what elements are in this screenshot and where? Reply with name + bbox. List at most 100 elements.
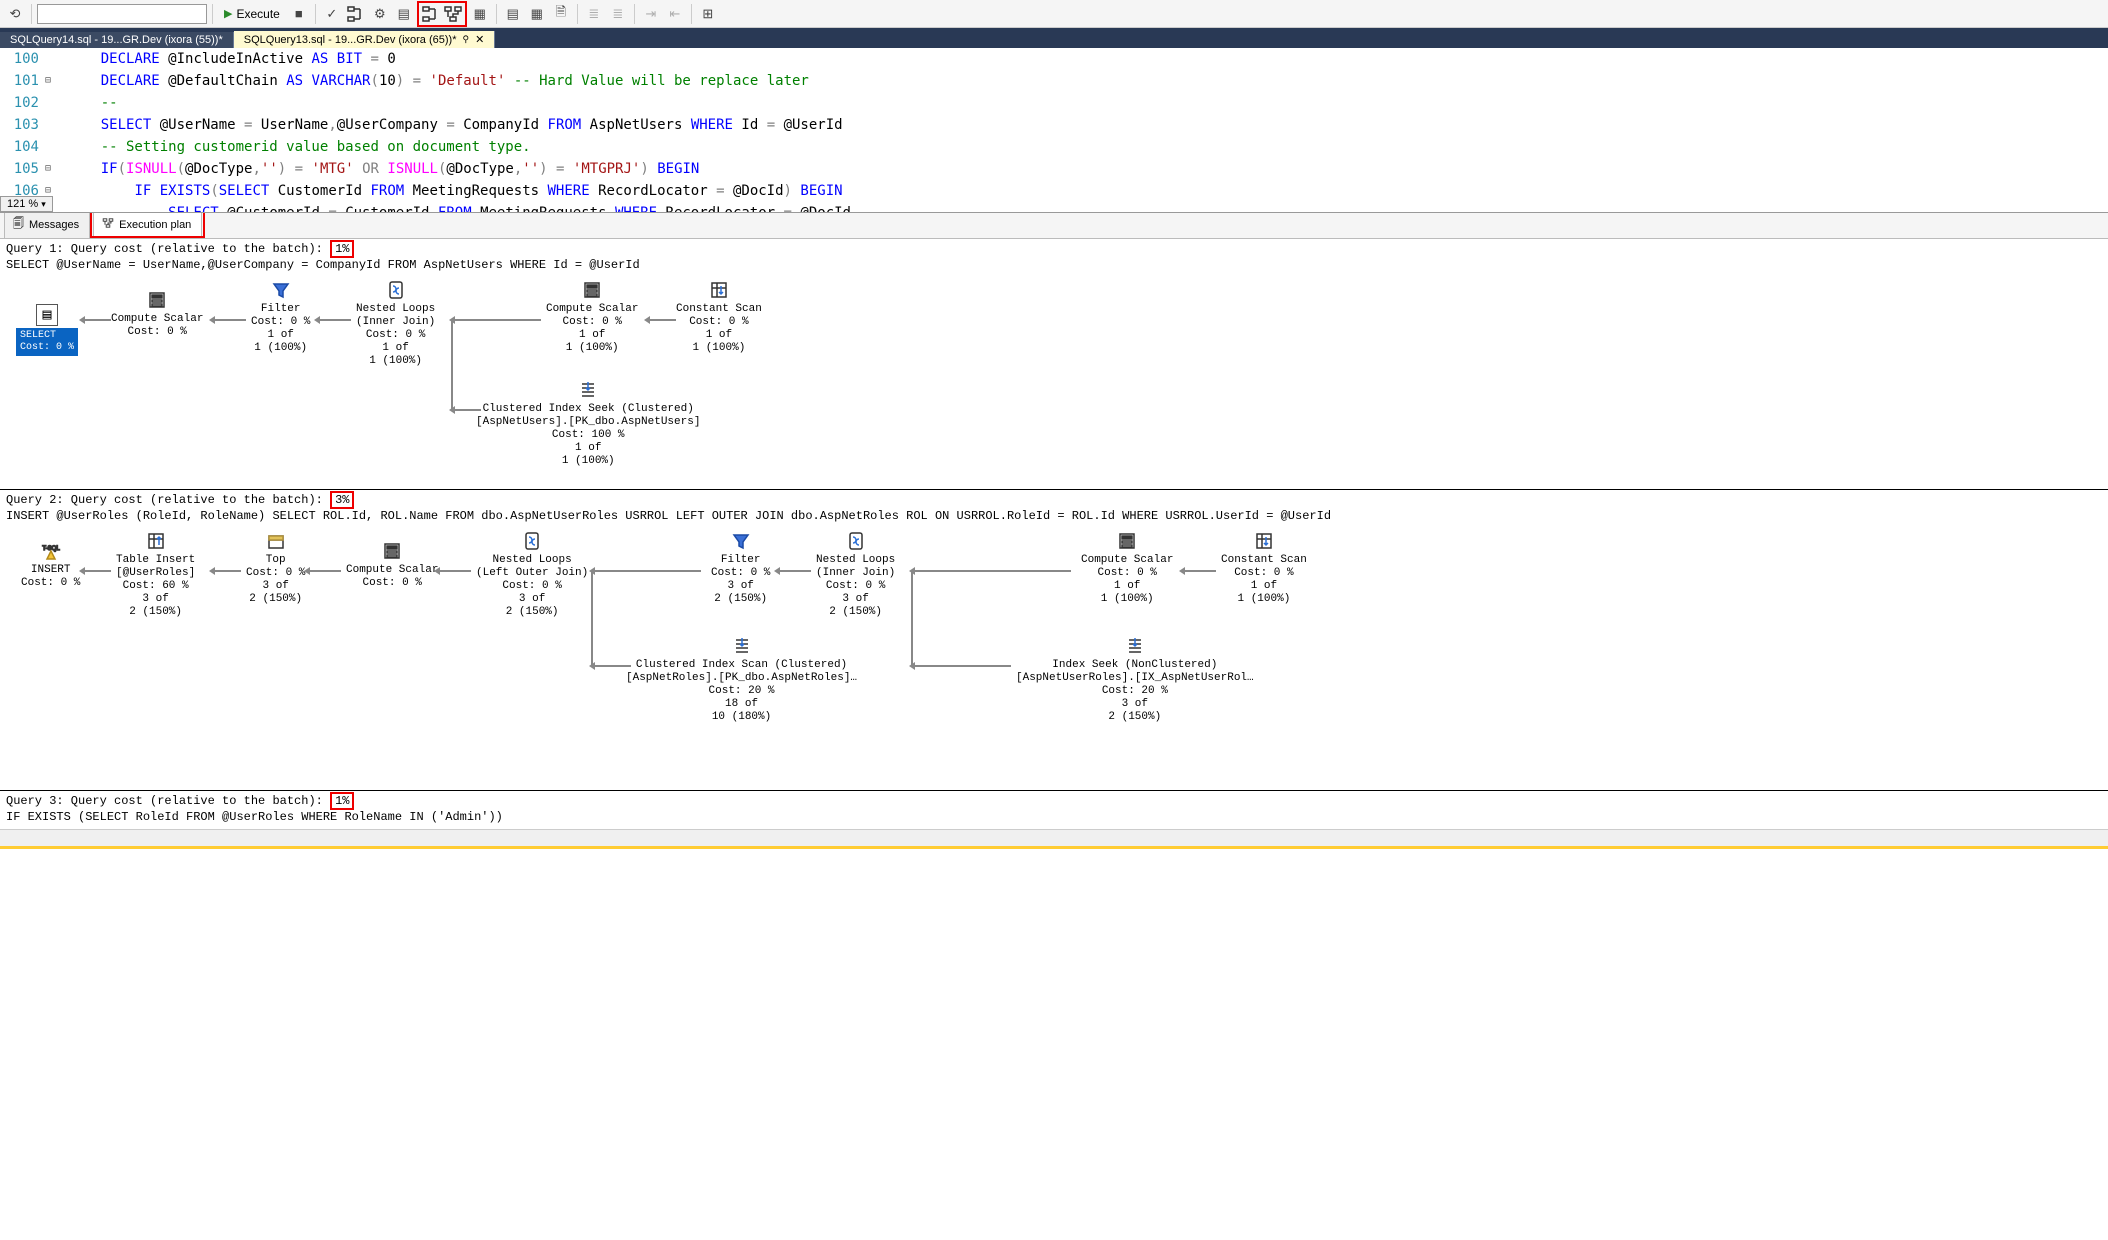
intellisense-button[interactable]: ▤ <box>393 3 415 25</box>
results-to-text-button[interactable]: ▤ <box>502 3 524 25</box>
plan-operator[interactable]: Constant ScanCost: 0 %1 of1 (100%) <box>1221 530 1307 606</box>
op-subtitle: (Inner Join) <box>356 316 435 329</box>
execution-plan-tab-label: Execution plan <box>119 219 191 231</box>
operator-icon: T-SQL <box>40 540 62 562</box>
op-title: Clustered Index Seek (Clustered) <box>476 403 700 416</box>
select-icon: ▤ <box>36 304 58 326</box>
op-cost: Cost: 0 % <box>816 580 895 593</box>
plan-arrow <box>911 665 1011 667</box>
op-title: Nested Loops <box>816 554 895 567</box>
horizontal-scrollbar[interactable] <box>0 829 2108 846</box>
zoom-value: 121 % <box>7 198 38 210</box>
close-icon[interactable]: ✕ <box>475 33 484 46</box>
op-est: 1 (100%) <box>251 342 310 355</box>
op-title: Compute Scalar <box>111 313 203 326</box>
op-cost: Cost: 0 % <box>246 567 305 580</box>
query-options-button[interactable]: ⚙ <box>369 3 391 25</box>
execution-plan-tab[interactable]: Execution plan <box>93 212 202 236</box>
op-cost: Cost: 20 % <box>1016 685 1254 698</box>
results-to-file-button[interactable]: 🗎 <box>550 3 572 25</box>
pin-icon[interactable]: ⚲ <box>463 34 470 45</box>
operator-icon <box>1116 530 1138 552</box>
op-title: INSERT <box>21 564 80 577</box>
plan-operator[interactable]: Nested Loops(Inner Join)Cost: 0 %1 of1 (… <box>356 279 435 368</box>
plan-operator[interactable]: T-SQL INSERTCost: 0 % <box>21 540 80 590</box>
op-title: Clustered Index Scan (Clustered) <box>626 659 857 672</box>
code-editor[interactable]: 100101102103104105106107 ⊟⊟⊟ DECLARE @In… <box>0 48 2108 213</box>
op-rows: 18 of <box>626 698 857 711</box>
plan-operator[interactable]: Compute ScalarCost: 0 % <box>346 540 438 590</box>
plan-canvas[interactable]: T-SQLINSERTCost: 0 %Table Insert[@UserRo… <box>6 530 2102 780</box>
execution-plan-pane[interactable]: Query 1: Query cost (relative to the bat… <box>0 239 2108 829</box>
op-cost: Cost: 0 % <box>711 567 770 580</box>
plan-arrow <box>451 319 541 321</box>
operator-icon <box>845 530 867 552</box>
tool-refresh-icon[interactable]: ⟲ <box>4 3 26 25</box>
status-bar <box>0 846 2108 849</box>
plan-operator[interactable]: Constant ScanCost: 0 %1 of1 (100%) <box>676 279 762 355</box>
database-dropdown[interactable] <box>37 4 207 24</box>
plan-operator[interactable]: Compute ScalarCost: 0 % <box>111 289 203 339</box>
comment-button[interactable]: ≣ <box>583 3 605 25</box>
op-subtitle: [AspNetUserRoles].[IX_AspNetUserRol… <box>1016 672 1254 685</box>
plan-operator[interactable]: Compute ScalarCost: 0 %1 of1 (100%) <box>1081 530 1173 606</box>
include-actual-plan-button[interactable] <box>420 3 442 25</box>
op-rows: 1 of <box>676 329 762 342</box>
plan-operator[interactable]: Nested Loops(Left Outer Join)Cost: 0 %3 … <box>476 530 588 619</box>
op-rows: 3 of <box>116 593 195 606</box>
query-cost-highlight: 1% <box>330 792 354 810</box>
plan-operator[interactable]: FilterCost: 0 %3 of2 (150%) <box>711 530 770 606</box>
op-cost: Cost: 0 % <box>1221 567 1307 580</box>
op-cost: Cost: 20 % <box>626 685 857 698</box>
include-client-stats-button[interactable]: ▦ <box>469 3 491 25</box>
plan-operator[interactable]: Nested Loops(Inner Join)Cost: 0 %3 of2 (… <box>816 530 895 619</box>
specify-values-button[interactable]: ⊞ <box>697 3 719 25</box>
plan-operator[interactable]: Table Insert[@UserRoles]Cost: 60 %3 of2 … <box>116 530 195 619</box>
plan-operator[interactable]: Index Seek (NonClustered)[AspNetUserRole… <box>1016 635 1254 724</box>
include-live-stats-button[interactable] <box>442 3 464 25</box>
plan-arrow <box>316 319 351 321</box>
display-estimated-plan-button[interactable] <box>345 3 367 25</box>
query-header: Query 1: Query cost (relative to the bat… <box>6 241 2102 273</box>
op-cost: Cost: 0 % <box>251 316 310 329</box>
plan-operator[interactable]: Compute ScalarCost: 0 %1 of1 (100%) <box>546 279 638 355</box>
op-title: Compute Scalar <box>1081 554 1173 567</box>
messages-tab[interactable]: 🗐 Messages <box>4 210 90 238</box>
document-tab[interactable]: SQLQuery14.sql - 19...GR.Dev (ixora (55)… <box>0 32 234 48</box>
op-rows: 1 of <box>546 329 638 342</box>
results-to-grid-button[interactable]: ▦ <box>526 3 548 25</box>
fold-column[interactable]: ⊟⊟⊟ <box>45 48 59 212</box>
code-area[interactable]: DECLARE @IncludeInActive AS BIT = 0 DECL… <box>59 48 2108 212</box>
outdent-button[interactable]: ⇤ <box>664 3 686 25</box>
indent-button[interactable]: ⇥ <box>640 3 662 25</box>
execute-button[interactable]: ▶ Execute <box>218 3 286 25</box>
op-title: Constant Scan <box>1221 554 1307 567</box>
plan-canvas[interactable]: ▤SELECTCost: 0 %Compute ScalarCost: 0 %F… <box>6 279 2102 479</box>
plan-operator[interactable]: FilterCost: 0 %1 of1 (100%) <box>251 279 310 355</box>
zoom-selector[interactable]: 121 % ▾ <box>0 196 53 212</box>
query-header: Query 3: Query cost (relative to the bat… <box>6 793 2102 825</box>
op-cost: Cost: 0 % <box>21 577 80 590</box>
plan-operator[interactable]: ▤SELECTCost: 0 % <box>16 304 78 356</box>
op-subtitle: (Left Outer Join) <box>476 567 588 580</box>
op-cost: Cost: 0 % <box>346 577 438 590</box>
op-rows: 3 of <box>246 580 305 593</box>
plan-operator[interactable]: Clustered Index Seek (Clustered)[AspNetU… <box>476 379 700 468</box>
op-cost: Cost: 60 % <box>116 580 195 593</box>
parse-button[interactable]: ✓ <box>321 3 343 25</box>
uncomment-button[interactable]: ≣ <box>607 3 629 25</box>
document-tab-active[interactable]: SQLQuery13.sql - 19...GR.Dev (ixora (65)… <box>234 31 496 48</box>
op-title: Filter <box>251 303 310 316</box>
operator-icon <box>731 635 753 657</box>
op-title: Constant Scan <box>676 303 762 316</box>
plan-operator[interactable]: Clustered Index Scan (Clustered)[AspNetR… <box>626 635 857 724</box>
plan-arrow <box>451 409 481 411</box>
plan-operator[interactable]: TopCost: 0 %3 of2 (150%) <box>246 530 305 606</box>
operator-icon <box>145 530 167 552</box>
stop-button[interactable]: ■ <box>288 3 310 25</box>
op-rows: 1 of <box>476 442 700 455</box>
tab-label: SQLQuery13.sql - 19...GR.Dev (ixora (65)… <box>244 34 457 46</box>
op-subtitle: [AspNetUsers].[PK_dbo.AspNetUsers] <box>476 416 700 429</box>
op-cost: Cost: 0 % <box>356 329 435 342</box>
plan-arrow <box>591 665 631 667</box>
